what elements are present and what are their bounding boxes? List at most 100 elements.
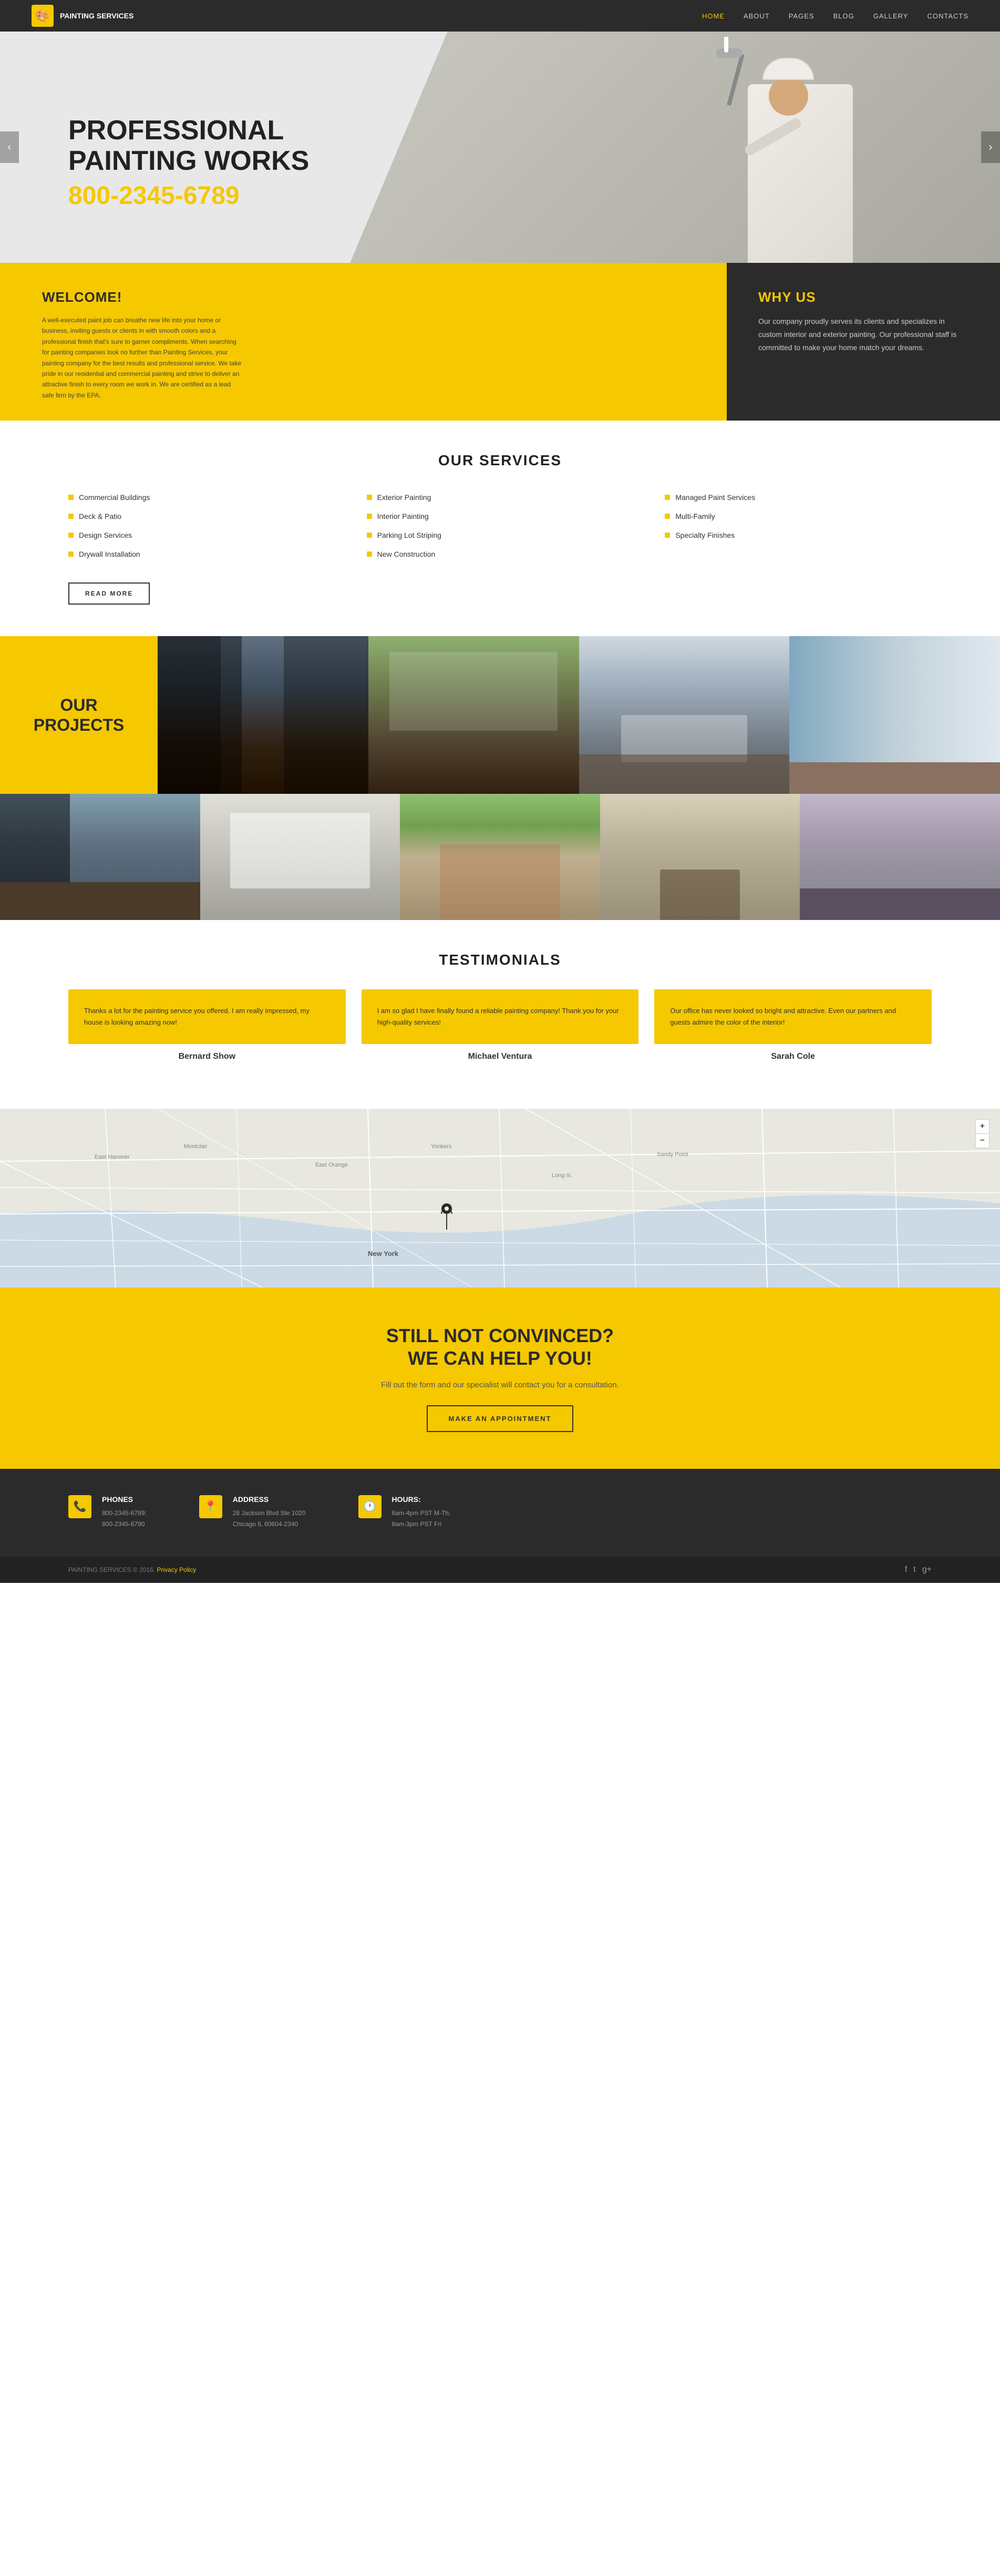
why-us-body: Our company proudly serves its clients a… — [758, 315, 968, 355]
project-image-1[interactable] — [158, 636, 368, 794]
svg-text:Long Is.: Long Is. — [552, 1172, 572, 1179]
testimonial-name-2: Michael Ventura — [362, 1052, 639, 1061]
testimonial-name-1: Bernard Show — [68, 1052, 346, 1061]
testimonial-text-3: Our office has never looked so bright an… — [670, 1005, 916, 1028]
service-label: Specialty Finishes — [675, 531, 735, 539]
testimonial-text-2: I am so glad I have finally found a reli… — [377, 1005, 623, 1028]
service-label: Interior Painting — [377, 512, 429, 520]
service-dot — [367, 495, 372, 500]
map-zoom-controls[interactable]: + − — [975, 1119, 989, 1148]
nav-home[interactable]: HOME — [702, 12, 725, 20]
service-label: Drywall Installation — [79, 550, 140, 558]
services-title: OUR SERVICES — [68, 452, 932, 469]
service-label: New Construction — [377, 550, 436, 558]
services-section: OUR SERVICES Commercial Buildings Exteri… — [0, 421, 1000, 636]
services-grid: Commercial Buildings Exterior Painting M… — [68, 490, 932, 561]
service-dot — [68, 514, 74, 519]
service-item: Commercial Buildings — [68, 490, 335, 505]
projects-title: OUR PROJECTS — [34, 695, 124, 735]
projects-top-row: OUR PROJECTS — [0, 636, 1000, 794]
map-zoom-out[interactable]: − — [976, 1134, 989, 1148]
googleplus-icon[interactable]: g+ — [922, 1565, 932, 1575]
service-dot — [665, 495, 670, 500]
hero-next-arrow[interactable]: › — [981, 131, 1000, 163]
service-item: Specialty Finishes — [665, 528, 932, 543]
brand-name: PAINTING SERVICES — [60, 12, 133, 21]
service-dot — [68, 495, 74, 500]
why-us-panel: WHY US Our company proudly serves its cl… — [727, 263, 1000, 421]
map-zoom-in[interactable]: + — [976, 1120, 989, 1134]
service-item: Interior Painting — [367, 509, 634, 524]
twitter-icon[interactable]: t — [913, 1565, 915, 1575]
project-image-3[interactable] — [579, 636, 790, 794]
project-image-4[interactable] — [789, 636, 1000, 794]
testimonial-item-2: I am so glad I have finally found a reli… — [362, 989, 639, 1061]
service-item: Deck & Patio — [68, 509, 335, 524]
service-dot — [665, 514, 670, 519]
testimonial-card-1: Thanks a lot for the painting service yo… — [68, 989, 346, 1044]
header: 🎨 PAINTING SERVICES HOME ABOUT PAGES BLO… — [0, 0, 1000, 32]
testimonials-title: TESTIMONIALS — [68, 952, 932, 968]
nav-blog[interactable]: BLOG — [833, 12, 854, 20]
map-section[interactable]: East Hanover Montclair East Orange Yonke… — [0, 1109, 1000, 1287]
service-label: Design Services — [79, 531, 132, 539]
project-image-2[interactable] — [368, 636, 579, 794]
project-image-8[interactable] — [600, 794, 800, 920]
logo[interactable]: 🎨 PAINTING SERVICES — [32, 5, 133, 27]
hero-content: PROFESSIONAL PAINTING WORKS 800-2345-678… — [0, 84, 309, 210]
project-image-7[interactable] — [400, 794, 600, 920]
cta-appointment-button[interactable]: MAKE AN APPOINTMENT — [427, 1405, 574, 1432]
svg-text:East Orange: East Orange — [315, 1162, 348, 1168]
service-item: Exterior Painting — [367, 490, 634, 505]
privacy-policy-link[interactable]: Privacy Policy — [157, 1566, 196, 1573]
service-item: Managed Paint Services — [665, 490, 932, 505]
footer: 📞 Phones 800-2345-6789; 800-2345-6790 📍 … — [0, 1469, 1000, 1557]
project-image-9[interactable] — [800, 794, 1000, 920]
service-dot — [68, 551, 74, 557]
nav-gallery[interactable]: GALLERY — [873, 12, 909, 20]
testimonial-text-1: Thanks a lot for the painting service yo… — [84, 1005, 330, 1028]
service-item: Multi-Family — [665, 509, 932, 524]
footer-address-info: Address 28 Jackson Blvd Ste 1020 Chicago… — [233, 1495, 306, 1530]
footer-phones-info: Phones 800-2345-6789; 800-2345-6790 — [102, 1495, 147, 1530]
footer-phone-icon: 📞 — [68, 1495, 91, 1518]
main-nav: HOME ABOUT PAGES BLOG GALLERY CONTACTS — [702, 12, 968, 20]
service-label: Managed Paint Services — [675, 493, 755, 502]
footer-hours-title: Hours: — [392, 1495, 451, 1504]
map-container[interactable]: East Hanover Montclair East Orange Yonke… — [0, 1109, 1000, 1287]
footer-phones-title: Phones — [102, 1495, 147, 1504]
nav-about[interactable]: ABOUT — [744, 12, 770, 20]
nav-pages[interactable]: PAGES — [789, 12, 815, 20]
logo-icon: 🎨 — [32, 5, 54, 27]
service-label: Exterior Painting — [377, 493, 431, 502]
welcome-section: WELCOME! A well-executed paint job can b… — [0, 263, 1000, 421]
svg-text:Montclair: Montclair — [184, 1143, 208, 1150]
footer-copyright: PAINTING SERVICES © 2016. Privacy Policy — [68, 1566, 196, 1573]
projects-images-top — [158, 636, 1000, 794]
projects-section: OUR PROJECTS — [0, 636, 1000, 920]
project-image-5[interactable] — [0, 794, 200, 920]
welcome-body: A well-executed paint job can breathe ne… — [42, 315, 242, 401]
footer-address-icon: 📍 — [199, 1495, 222, 1518]
footer-address-col: 📍 Address 28 Jackson Blvd Ste 1020 Chica… — [199, 1495, 306, 1530]
cta-title: STILL NOT CONVINCED? WE CAN HELP YOU! — [68, 1324, 932, 1369]
project-image-6[interactable] — [200, 794, 400, 920]
projects-label: OUR PROJECTS — [0, 636, 158, 794]
why-us-title: WHY US — [758, 289, 968, 305]
testimonial-card-3: Our office has never looked so bright an… — [654, 989, 932, 1044]
read-more-button[interactable]: READ MORE — [68, 582, 150, 605]
service-dot — [367, 551, 372, 557]
svg-text:Sandy Point: Sandy Point — [657, 1151, 688, 1158]
footer-hours-col: 🕐 Hours: 6am-4pm PST M-Th; 8am-3pm PST F… — [358, 1495, 451, 1530]
testimonial-name-3: Sarah Cole — [654, 1052, 932, 1061]
testimonial-item-1: Thanks a lot for the painting service yo… — [68, 989, 346, 1061]
hero-section: ‹ PROFESSIONAL PAINTING WORKS 800-2345-6… — [0, 32, 1000, 263]
service-dot — [665, 533, 670, 538]
nav-contacts[interactable]: CONTACTS — [927, 12, 968, 20]
service-dot — [367, 514, 372, 519]
hero-painter-figure — [706, 37, 905, 263]
service-label: Commercial Buildings — [79, 493, 150, 502]
hero-prev-arrow[interactable]: ‹ — [0, 131, 19, 163]
map-svg: East Hanover Montclair East Orange Yonke… — [0, 1109, 1000, 1287]
facebook-icon[interactable]: f — [905, 1565, 907, 1575]
